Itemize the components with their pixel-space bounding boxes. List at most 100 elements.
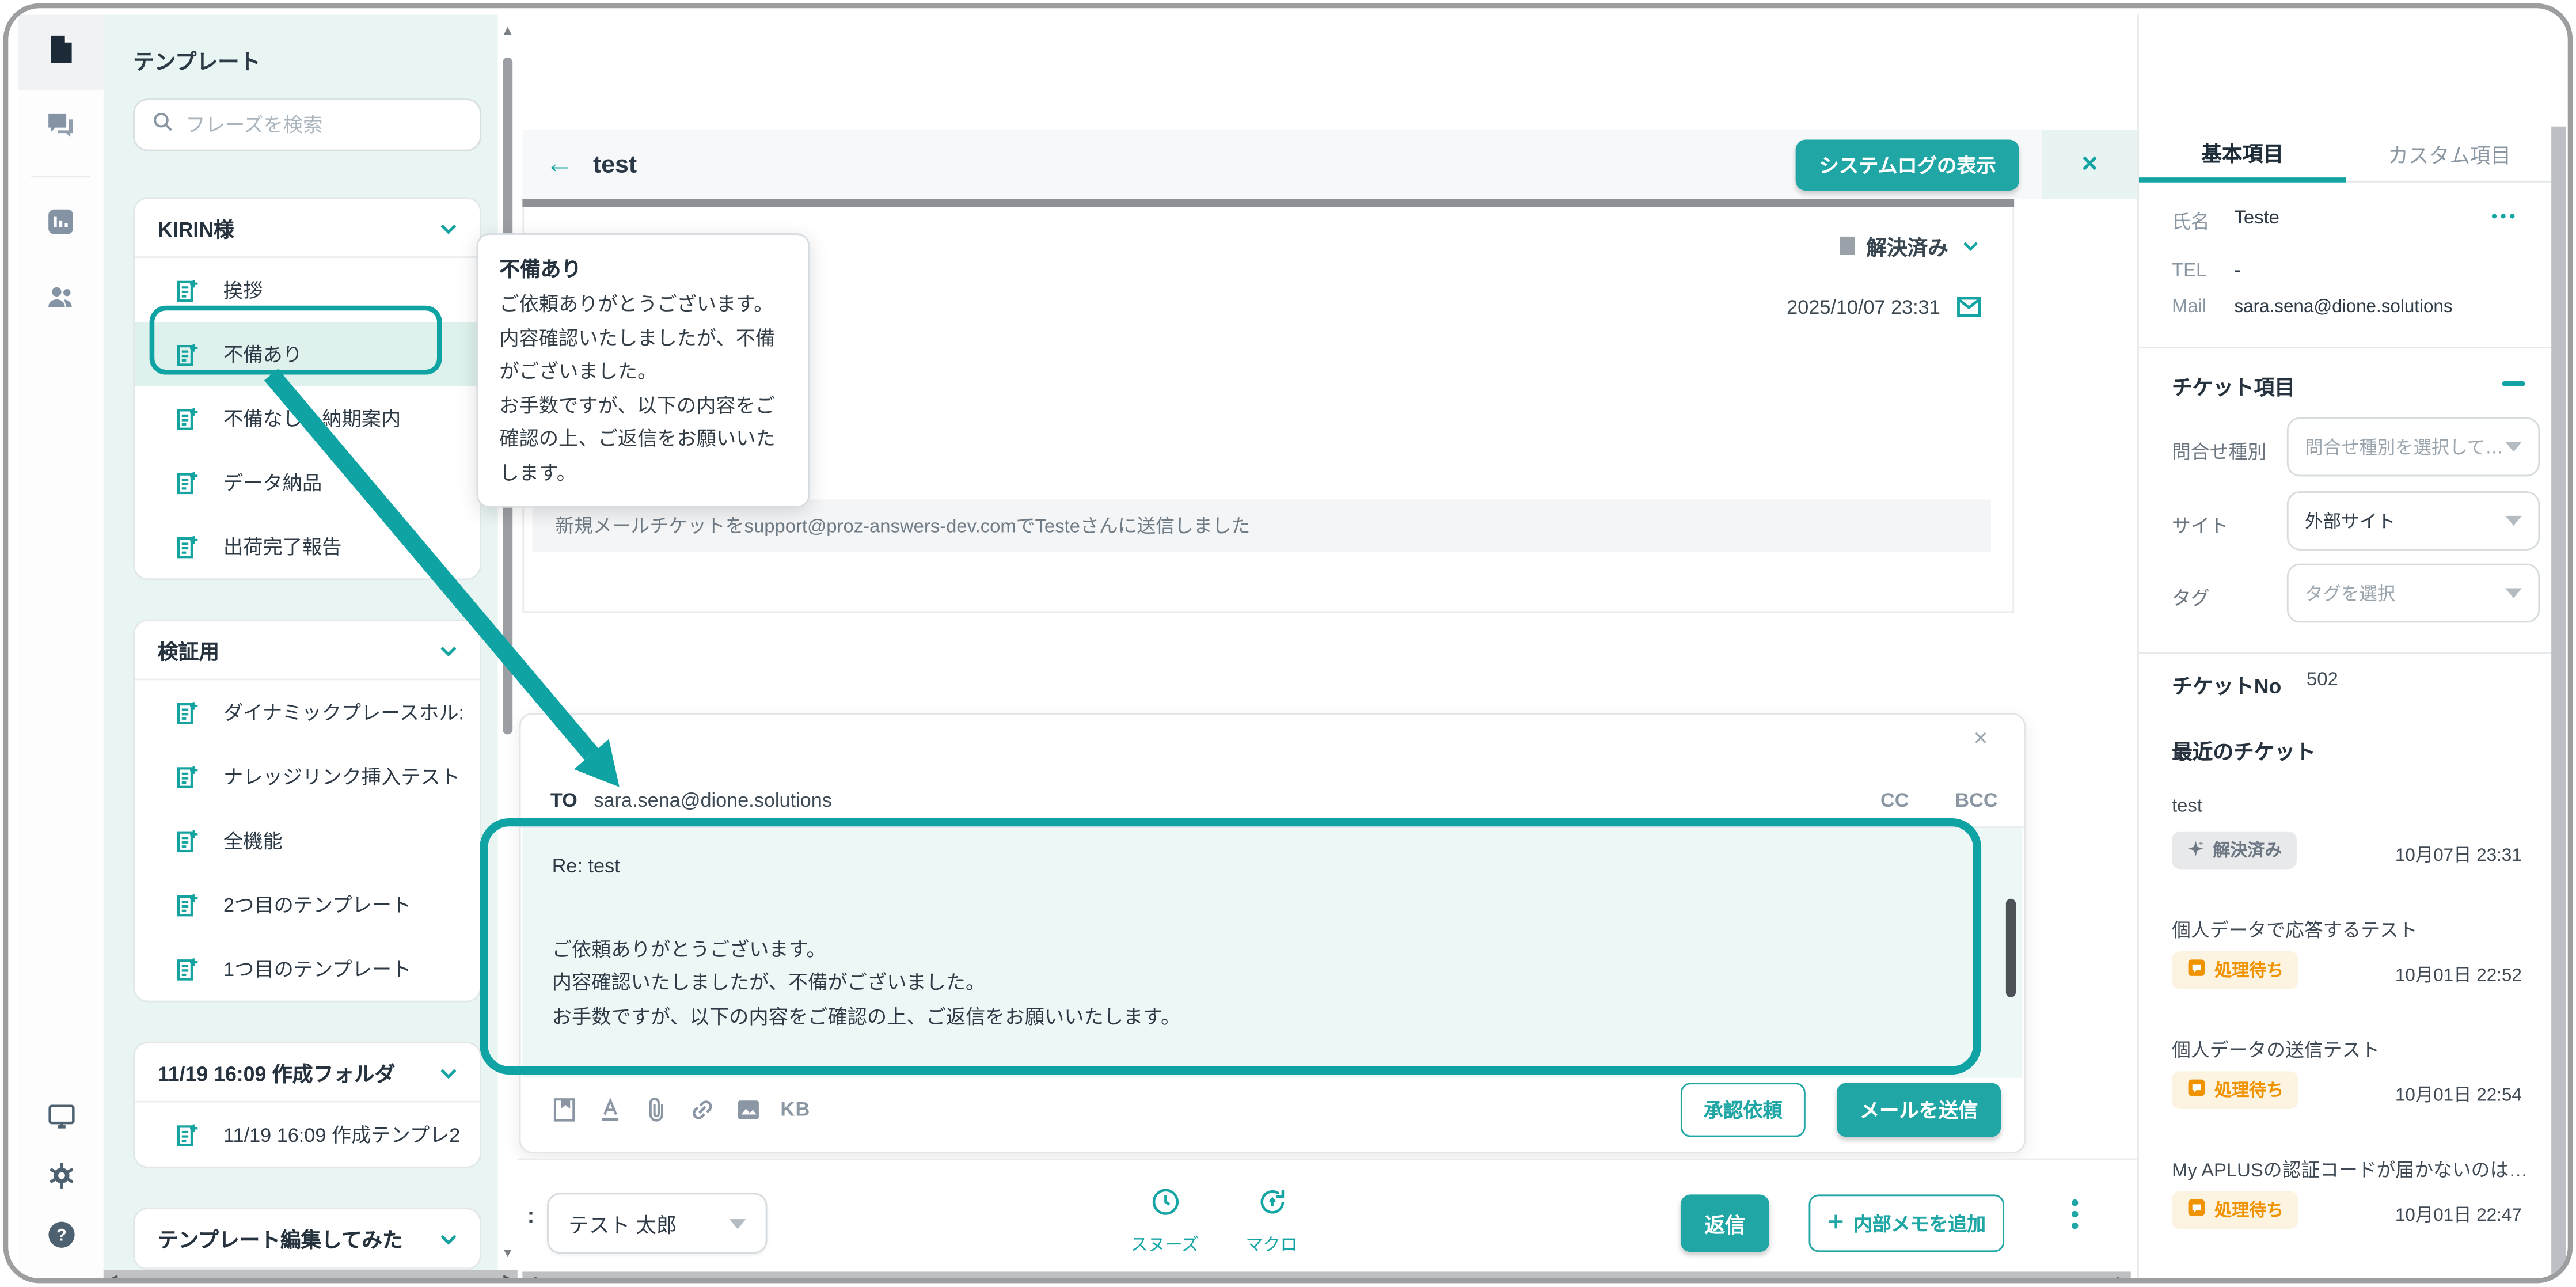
ticket-top-scrollbar[interactable] (522, 199, 2014, 207)
scroll-left-icon[interactable]: ◄ (527, 1271, 539, 1283)
inquiry-type-select[interactable]: 問合せ種別を選択して… (2287, 417, 2540, 477)
template-doc-icon (174, 277, 200, 303)
reply-button[interactable]: 返信 (1681, 1194, 1769, 1252)
template-item[interactable]: 1つ目のテンプレート (135, 936, 480, 1000)
more-options-icon[interactable] (2064, 1199, 2087, 1229)
recent-ticket-title[interactable]: My APLUSの認証コードが届かないのは、なぜで… (2172, 1157, 2536, 1183)
app-window: ? テンプレート KIRIN様 挨拶 不備あり 不備なし・納期案内 データ納品 … (3, 3, 2573, 1284)
close-icon[interactable]: × (2081, 148, 2098, 181)
ticket-close-strip: × (2042, 130, 2137, 199)
chat-bubbles-icon (44, 108, 77, 149)
nav-customers[interactable] (18, 263, 103, 339)
image-icon[interactable] (734, 1095, 762, 1123)
template-search[interactable] (133, 98, 481, 151)
tag-select[interactable]: タグを選択 (2287, 564, 2540, 623)
nav-chats[interactable] (18, 90, 103, 166)
document-icon (44, 32, 77, 73)
status-badge-resolved: 解決済み (2172, 832, 2297, 870)
recent-ticket-date: 10月01日 22:47 (2395, 1201, 2522, 1228)
compose-to-row: TO sara.sena@dione.solutions CC BCC (550, 780, 1998, 819)
clock-icon (1149, 1186, 1180, 1217)
sparkles-icon (2187, 839, 2205, 862)
scroll-right-icon[interactable]: ► (2114, 1271, 2126, 1283)
message-datetime: 2025/10/07 23:31 (1787, 295, 1940, 318)
caret-down-icon (2505, 516, 2522, 526)
scroll-up-icon[interactable]: ▲ (498, 21, 518, 41)
monitor-icon (45, 1101, 76, 1140)
link-icon[interactable] (689, 1095, 717, 1123)
compose-close-icon[interactable]: × (1973, 724, 1988, 753)
attachment-icon[interactable] (643, 1095, 671, 1123)
template-doc-icon (174, 405, 200, 431)
caret-down-icon (2505, 588, 2522, 598)
tab-custom-fields[interactable]: カスタム項目 (2346, 127, 2554, 183)
people-icon (44, 280, 77, 321)
rail-divider (31, 176, 90, 177)
svg-text:?: ? (56, 1225, 66, 1244)
right-panel: 基本項目 カスタム項目 氏名 Teste ••• TEL - Mail sara… (2137, 15, 2568, 1278)
contact-row-mail: Mail sara.sena@dione.solutions (2172, 297, 2453, 317)
caret-down-icon (730, 1218, 746, 1228)
status-badge-pending: 処理待ち (2172, 1191, 2298, 1229)
status-label: 解決済み (1866, 230, 1948, 261)
contact-row-tel: TEL - (2172, 261, 2240, 281)
folder-header[interactable]: KIRIN様 (135, 199, 480, 258)
recent-ticket-title[interactable]: 個人データで応答するテスト (2172, 917, 2536, 943)
right-panel-scrollbar[interactable] (2551, 127, 2566, 1277)
template-doc-icon (174, 1121, 200, 1148)
cc-button[interactable]: CC (1880, 789, 1909, 812)
back-arrow-icon[interactable]: ← (545, 148, 573, 181)
tab-basic-fields[interactable]: 基本項目 (2139, 127, 2346, 183)
collapse-minus-icon[interactable] (2502, 381, 2525, 386)
nav-reports[interactable] (18, 187, 103, 263)
macro-label: マクロ (1219, 1232, 1324, 1257)
annotation-highlight-body (480, 818, 1981, 1075)
send-mail-button[interactable]: メールを送信 (1837, 1082, 2001, 1136)
recent-ticket-date: 10月01日 22:52 (2395, 961, 2522, 988)
scroll-right-icon[interactable]: ► (501, 1270, 512, 1284)
assignee-select[interactable]: テスト 太郎 (547, 1193, 767, 1254)
scroll-left-icon[interactable]: ◄ (108, 1270, 120, 1284)
template-insert-icon[interactable] (550, 1095, 579, 1123)
recent-tickets-title: 最近のチケット (2172, 734, 2316, 765)
nav-help[interactable]: ? (18, 1209, 103, 1269)
site-select[interactable]: 外部サイト (2287, 491, 2540, 551)
main-horizontal-scrollbar[interactable]: ◄ ► (522, 1271, 2130, 1283)
template-doc-icon (174, 891, 200, 918)
folder-header[interactable]: テンプレート編集してみた (135, 1209, 480, 1269)
nav-monitor[interactable] (18, 1091, 103, 1151)
template-doc-icon (174, 763, 200, 789)
nav-settings[interactable] (18, 1150, 103, 1209)
font-color-icon[interactable] (596, 1095, 625, 1123)
ticket-header: ← test システムログの表示 (522, 130, 2042, 199)
template-panel-title: テンプレート (133, 44, 481, 75)
macro-refresh-icon (1256, 1186, 1287, 1217)
snooze-button[interactable]: スヌーズ (1112, 1186, 1218, 1257)
more-dots-icon[interactable]: ••• (2491, 208, 2518, 226)
system-log-button[interactable]: システムログの表示 (1796, 139, 2019, 189)
macro-button[interactable]: マクロ (1219, 1186, 1324, 1257)
template-item[interactable]: 11/19 16:09 作成テンプレ2 (135, 1103, 480, 1167)
screenshot-stage: ? テンプレート KIRIN様 挨拶 不備あり 不備なし・納期案内 データ納品 … (0, 0, 2576, 1286)
ticket-status-dropdown[interactable]: 解決済み (1840, 230, 1983, 261)
approval-request-button[interactable]: 承認依頼 (1681, 1082, 1806, 1136)
assignee-colon: : (527, 1203, 534, 1228)
template-doc-icon (174, 469, 200, 496)
bcc-button[interactable]: BCC (1955, 789, 1997, 812)
folder-header[interactable]: 11/19 16:09 作成フォルダ (135, 1043, 480, 1103)
select-label: サイト (2172, 512, 2228, 539)
add-internal-memo-button[interactable]: 内部メモを追加 (1808, 1194, 2004, 1252)
recent-ticket-title[interactable]: test (2172, 797, 2536, 817)
recent-ticket-title[interactable]: 個人データの送信テスト (2172, 1037, 2536, 1063)
search-input[interactable] (185, 113, 463, 136)
compose-toolbar: KB 承認依頼 メールを送信 (550, 1081, 2001, 1137)
template-item[interactable]: 全機能 (135, 808, 480, 872)
scroll-down-icon[interactable]: ▼ (498, 1244, 518, 1263)
knowledge-base-button[interactable]: KB (780, 1098, 810, 1121)
compose-scrollbar-thumb[interactable] (2006, 899, 2016, 997)
template-item[interactable]: 2つ目のテンプレート (135, 872, 480, 936)
nav-templates[interactable] (18, 15, 103, 90)
help-icon: ? (45, 1219, 76, 1258)
snooze-label: スヌーズ (1112, 1232, 1218, 1257)
template-horizontal-scrollbar[interactable]: ◄ ► (104, 1270, 518, 1284)
